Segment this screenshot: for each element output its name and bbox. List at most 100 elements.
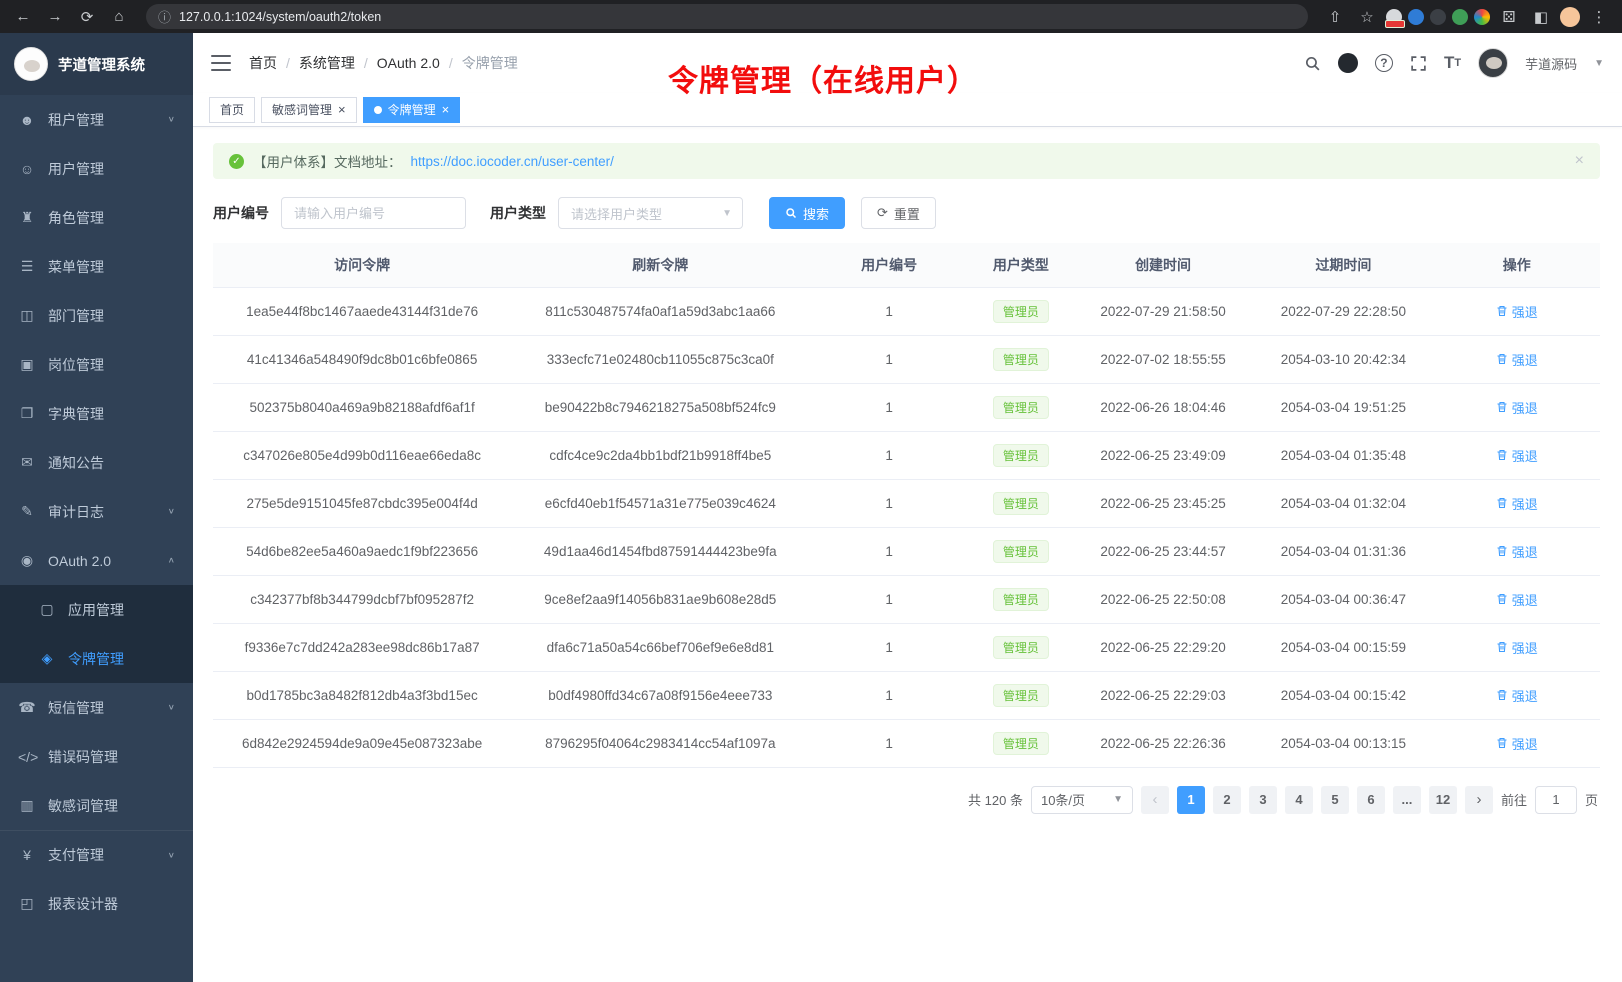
chevron-down-icon[interactable]: ▼ [1594, 58, 1604, 69]
search-button[interactable]: 搜索 [769, 197, 845, 229]
user-id-cell: 1 [809, 287, 969, 335]
sidebar-item-app[interactable]: ▢应用管理 [0, 585, 193, 634]
user-id-input[interactable] [281, 197, 466, 229]
tab-1[interactable]: 敏感词管理× [261, 97, 357, 123]
page-button-4[interactable]: 4 [1285, 786, 1313, 814]
bookmark-star-icon[interactable]: ☆ [1354, 4, 1380, 30]
page-button-2[interactable]: 2 [1213, 786, 1241, 814]
total-count: 共 120 条 [968, 790, 1023, 809]
breadcrumb-item[interactable]: 首页 [249, 53, 277, 73]
extension-pinwheel-icon[interactable] [1474, 9, 1490, 25]
tab-0[interactable]: 首页 [209, 97, 255, 123]
user-avatar[interactable] [1478, 48, 1508, 78]
side-panel-icon[interactable]: ◧ [1528, 4, 1554, 30]
action-cell: 强退 [1434, 335, 1600, 383]
prev-page-icon[interactable]: ‹ [1141, 786, 1169, 814]
sidebar-item-label: 错误码管理 [48, 747, 118, 767]
sidebar-item-sms[interactable]: ☎短信管理∨ [0, 683, 193, 732]
sidebar-item-payment[interactable]: ¥支付管理∨ [0, 830, 193, 879]
page-size-select[interactable]: 10条/页 ▼ [1031, 786, 1133, 814]
font-size-icon[interactable]: TT [1444, 53, 1461, 73]
page-button-12[interactable]: 12 [1429, 786, 1457, 814]
force-logout-button[interactable]: 强退 [1496, 302, 1538, 321]
page-ellipsis[interactable]: ... [1393, 786, 1421, 814]
banner-link[interactable]: https://doc.iocoder.cn/user-center/ [411, 154, 614, 169]
reload-icon[interactable]: ⟳ [74, 4, 100, 30]
github-icon[interactable] [1338, 53, 1358, 73]
sidebar-item-tenant[interactable]: ☻租户管理∨ [0, 95, 193, 144]
force-logout-label: 强退 [1512, 494, 1538, 513]
browser-menu-icon[interactable]: ⋮ [1586, 4, 1612, 30]
site-info-icon[interactable]: ⓘ [158, 7, 171, 26]
breadcrumb-item[interactable]: 令牌管理 [462, 53, 518, 73]
force-logout-button[interactable]: 强退 [1496, 446, 1538, 465]
collapse-sidebar-icon[interactable] [211, 55, 231, 71]
page-button-1[interactable]: 1 [1177, 786, 1205, 814]
action-cell: 强退 [1434, 479, 1600, 527]
page-button-6[interactable]: 6 [1357, 786, 1385, 814]
extension-icon[interactable] [1452, 9, 1468, 25]
column-header: 访问令牌 [213, 243, 511, 287]
home-icon[interactable]: ⌂ [106, 4, 132, 30]
access-token-cell: c342377bf8b344799dcbf7bf095287f2 [213, 575, 511, 623]
sidebar-item-label: 部门管理 [48, 306, 104, 326]
table-row: b0d1785bc3a8482f812db4a3f3bd15ecb0df4980… [213, 671, 1600, 719]
user-name[interactable]: 芋道源码 [1525, 54, 1577, 73]
extension-icon[interactable] [1430, 9, 1446, 25]
content-area: ✓ 【用户体系】文档地址： https://doc.iocoder.cn/use… [193, 127, 1622, 982]
created-time-cell: 2022-07-29 21:58:50 [1073, 287, 1253, 335]
forward-icon[interactable]: → [42, 4, 68, 30]
address-bar[interactable]: ⓘ 127.0.0.1:1024/system/oauth2/token [146, 4, 1308, 29]
sidebar-item-user[interactable]: ☺用户管理 [0, 144, 193, 193]
sidebar-item-report[interactable]: ◰报表设计器 [0, 879, 193, 928]
app-window-icon: ▢ [38, 601, 56, 618]
action-cell: 强退 [1434, 671, 1600, 719]
chevron-down-icon: ▼ [1113, 794, 1123, 805]
sidebar-item-errcode[interactable]: </>错误码管理 [0, 732, 193, 781]
banner-close-icon[interactable]: × [1575, 152, 1584, 170]
tab-close-icon[interactable]: × [442, 103, 450, 116]
page-button-3[interactable]: 3 [1249, 786, 1277, 814]
breadcrumb-separator: / [449, 55, 453, 71]
sidebar-item-token[interactable]: ◈令牌管理 [0, 634, 193, 683]
force-logout-button[interactable]: 强退 [1496, 398, 1538, 417]
help-icon[interactable]: ? [1375, 54, 1393, 72]
force-logout-button[interactable]: 强退 [1496, 686, 1538, 705]
sidebar-item-role[interactable]: ♜角色管理 [0, 193, 193, 242]
tab-2[interactable]: 令牌管理× [363, 97, 461, 123]
goto-page-input[interactable] [1535, 786, 1577, 814]
tab-close-icon[interactable]: × [338, 103, 346, 116]
next-page-icon[interactable]: › [1465, 786, 1493, 814]
force-logout-button[interactable]: 强退 [1496, 590, 1538, 609]
extensions-puzzle-icon[interactable]: ⚄ [1496, 4, 1522, 30]
extension-icon[interactable] [1386, 9, 1402, 25]
sidebar-item-dict[interactable]: ❐字典管理 [0, 389, 193, 438]
sidebar-item-menu[interactable]: ☰菜单管理 [0, 242, 193, 291]
force-logout-button[interactable]: 强退 [1496, 638, 1538, 657]
fullscreen-icon[interactable] [1410, 55, 1427, 72]
breadcrumb-item[interactable]: OAuth 2.0 [377, 55, 440, 71]
user-type-select[interactable]: 请选择用户类型 ▼ [558, 197, 743, 229]
force-logout-button[interactable]: 强退 [1496, 494, 1538, 513]
force-logout-button[interactable]: 强退 [1496, 350, 1538, 369]
search-icon[interactable] [1304, 55, 1321, 72]
app-logo[interactable]: 芋道管理系统 [0, 33, 193, 95]
sidebar-item-sensitive[interactable]: ▥敏感词管理 [0, 781, 193, 830]
force-logout-button[interactable]: 强退 [1496, 542, 1538, 561]
breadcrumb-item[interactable]: 系统管理 [299, 53, 355, 73]
share-icon[interactable]: ⇧ [1322, 4, 1348, 30]
reset-button[interactable]: ⟳ 重置 [861, 197, 936, 229]
profile-avatar[interactable] [1560, 7, 1580, 27]
sidebar-item-dept[interactable]: ◫部门管理 [0, 291, 193, 340]
page-button-5[interactable]: 5 [1321, 786, 1349, 814]
sidebar-item-audit[interactable]: ✎审计日志∨ [0, 487, 193, 536]
sidebar-item-post[interactable]: ▣岗位管理 [0, 340, 193, 389]
back-icon[interactable]: ← [10, 4, 36, 30]
extension-icon[interactable] [1408, 9, 1424, 25]
sidebar-item-notice[interactable]: ✉通知公告 [0, 438, 193, 487]
report-designer-icon: ◰ [18, 895, 36, 912]
column-header: 操作 [1434, 243, 1600, 287]
force-logout-button[interactable]: 强退 [1496, 734, 1538, 753]
column-header: 创建时间 [1073, 243, 1253, 287]
sidebar-item-oauth[interactable]: ◉OAuth 2.0∧ [0, 536, 193, 585]
